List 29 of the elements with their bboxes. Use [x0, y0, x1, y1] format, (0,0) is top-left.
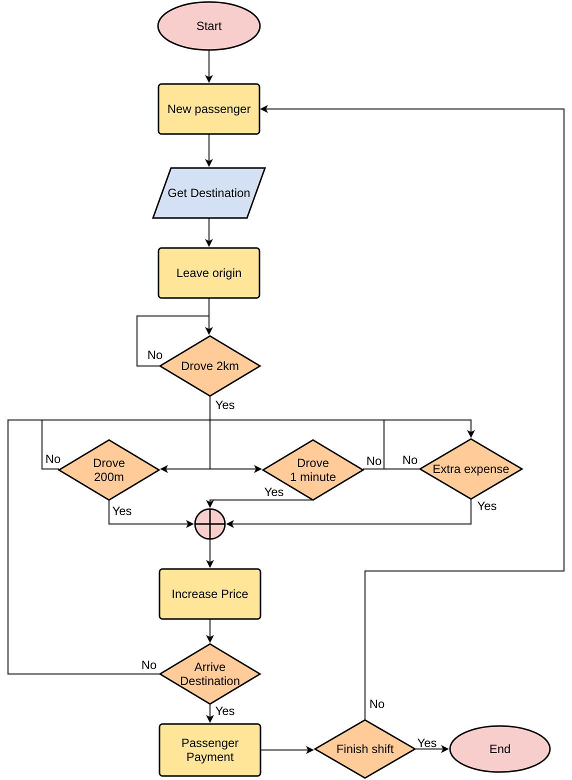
edge-label: Yes	[215, 704, 235, 718]
process-box: Increase Price	[158, 568, 262, 620]
connector-arrow	[205, 134, 213, 167]
process-box: Passenger Payment	[158, 723, 262, 777]
edge-label: Yes	[417, 736, 437, 750]
edge-label: Yes	[477, 499, 497, 513]
terminal-ellipse: End	[449, 725, 551, 773]
connector-arrow	[260, 746, 314, 754]
edge-label: No	[147, 348, 163, 362]
connector-arrow	[206, 538, 214, 568]
edge-label: Yes	[215, 398, 235, 412]
input-parallelogram: Get Destination	[152, 167, 266, 219]
connector-arrow	[205, 218, 213, 247]
edge-label: No	[141, 658, 157, 672]
decision-diamond: Arrive Destination	[158, 643, 262, 705]
edge-label: No	[369, 697, 385, 711]
process-box: New passenger	[158, 83, 260, 135]
edge-label: Yes	[264, 485, 284, 499]
edge-label: No	[402, 453, 418, 467]
process-box: Leave origin	[158, 247, 260, 299]
decision-diamond: Finish shift	[314, 719, 416, 779]
connector-arrow	[205, 50, 213, 83]
edge-label: No	[366, 454, 382, 468]
connector-arrow	[206, 618, 214, 643]
terminal-ellipse: Start	[157, 1, 261, 51]
junction-circle	[194, 508, 226, 540]
edge-label: Yes	[112, 504, 132, 518]
connector-arrow	[206, 704, 214, 723]
decision-diamond: Extra expense	[418, 438, 524, 500]
